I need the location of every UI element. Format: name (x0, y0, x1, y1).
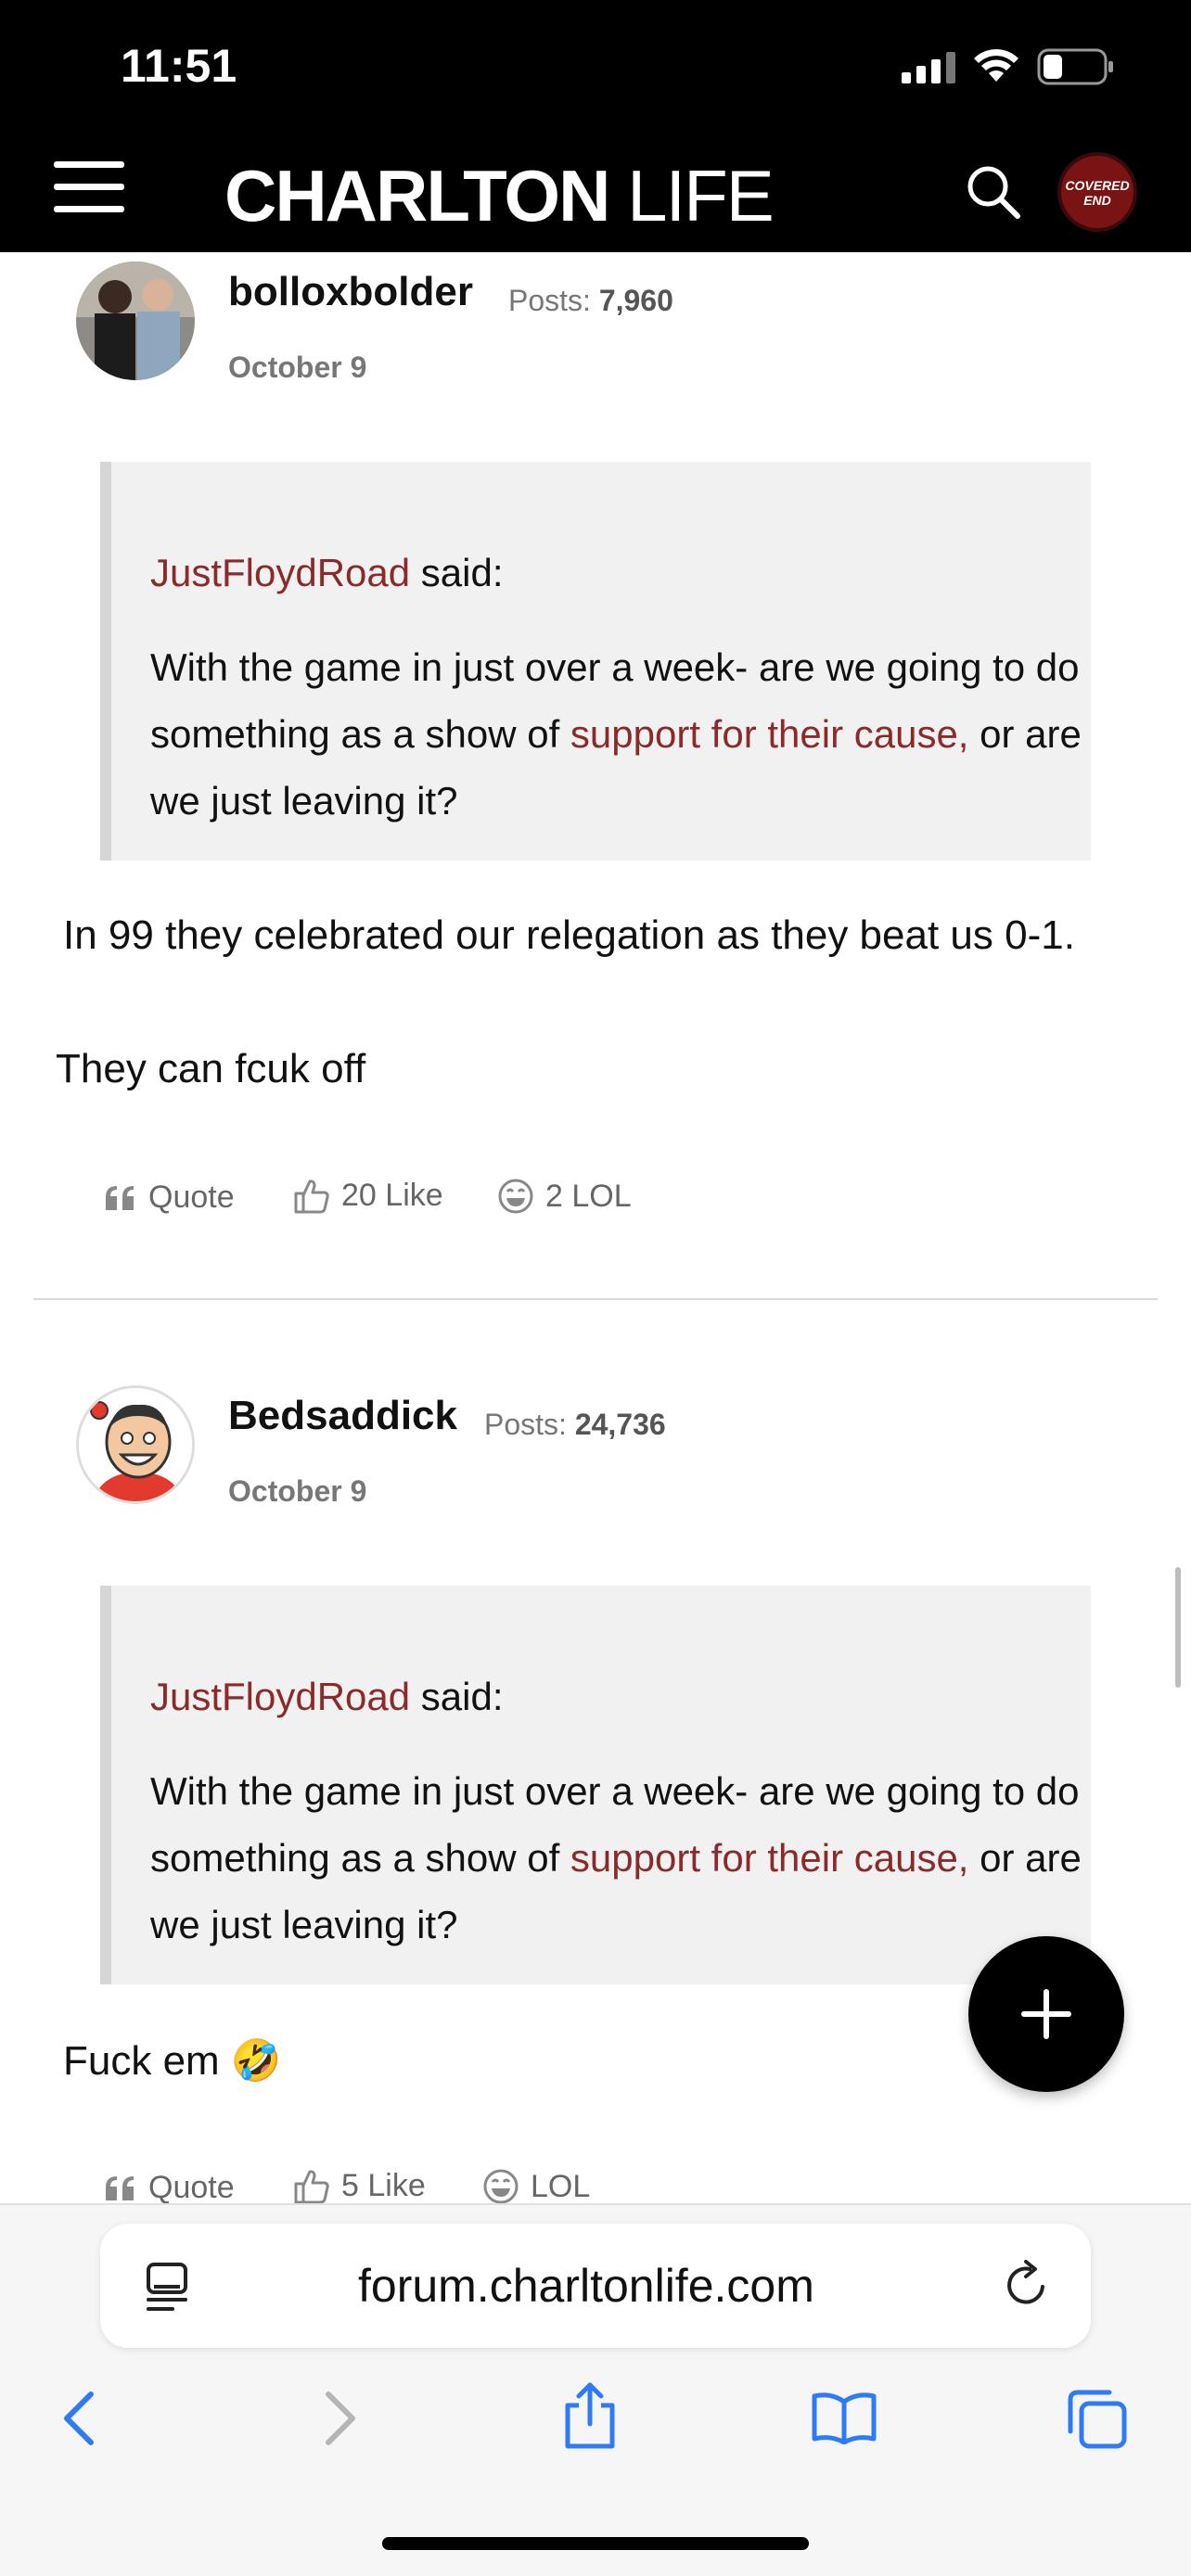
page-menu-icon[interactable] (145, 2261, 193, 2313)
search-icon[interactable] (965, 163, 1022, 221)
lol-label: LOL (571, 1178, 632, 1214)
thumbs-up-icon (294, 1179, 329, 1213)
quote-said-label: said: (410, 551, 504, 594)
page-scrollbar[interactable] (1175, 1567, 1181, 1688)
posts-label: Posts: (484, 1408, 575, 1441)
avatar-photo-image (76, 261, 195, 380)
posts-count: Posts: 24,736 (484, 1408, 666, 1442)
avatar[interactable] (76, 261, 195, 380)
lol-button[interactable]: LOL (482, 2168, 590, 2205)
like-label: Like (385, 1178, 443, 1213)
quote-text: With the game in just over a week- are w… (150, 634, 1087, 835)
post-divider (33, 1298, 1158, 1300)
status-bar: 11:51 (0, 0, 1191, 139)
like-count: 20 (341, 1178, 377, 1213)
laughing-face-icon (483, 2169, 519, 2204)
like-count: 5 (341, 2168, 359, 2203)
logo-light-text: LIFE (608, 155, 775, 236)
quote-author-link[interactable]: JustFloydRoad (150, 1675, 410, 1718)
user-avatar[interactable]: COVERED END (1057, 152, 1137, 232)
quote-label: Quote (148, 1180, 235, 1215)
post-body-line: In 99 they celebrated our relegation as … (63, 912, 1075, 958)
quote-author: JustFloydRoad said: (150, 551, 504, 595)
bookmarks-icon[interactable] (811, 2391, 877, 2444)
quote-author: JustFloydRoad said: (150, 1675, 504, 1719)
avatar-cartoon-image (79, 1388, 192, 1501)
site-logo[interactable]: CHARLTON LIFE (224, 154, 775, 238)
reload-icon[interactable] (1002, 2259, 1054, 2311)
new-post-button[interactable] (968, 1936, 1124, 2092)
post-body-line: They can fcuk off (56, 1046, 366, 1091)
thumbs-up-icon (294, 2169, 329, 2203)
tabs-icon[interactable] (1065, 2387, 1128, 2450)
quote-button[interactable]: Quote (104, 2170, 235, 2206)
quote-said-label: said: (410, 1675, 504, 1718)
wifi-icon (974, 49, 1018, 82)
post-username[interactable]: bolloxbolder (228, 269, 473, 315)
avatar[interactable] (76, 1385, 195, 1504)
url-text[interactable]: forum.charltonlife.com (358, 2259, 814, 2313)
post-body-line: Fuck em 🤣 (63, 2038, 282, 2084)
quote-button[interactable]: Quote (104, 1180, 235, 1216)
posts-count: Posts: 7,960 (508, 284, 673, 318)
plus-icon (1021, 1989, 1071, 2039)
quote-text: With the game in just over a week- are w… (150, 1758, 1087, 1958)
quote-inline-link[interactable]: support for their cause, (570, 1836, 969, 1880)
quote-label: Quote (148, 2170, 235, 2205)
cellular-signal-icon (902, 52, 955, 83)
home-indicator[interactable] (382, 2537, 809, 2550)
quote-block: JustFloydRoad said: With the game in jus… (100, 1586, 1091, 1984)
back-icon[interactable] (61, 2391, 98, 2446)
like-button[interactable]: 5 Like (293, 2168, 426, 2204)
quote-author-link[interactable]: JustFloydRoad (150, 551, 410, 594)
post-date[interactable]: October 9 (228, 351, 366, 385)
posts-count-value: 24,736 (574, 1408, 666, 1441)
quote-icon (106, 2175, 134, 2200)
like-button[interactable]: 20 Like (293, 1178, 443, 1214)
logo-bold-text: CHARLTON (224, 155, 610, 236)
posts-count-value: 7,960 (598, 284, 673, 317)
lol-count: 2 (545, 1178, 563, 1214)
post-date[interactable]: October 9 (228, 1474, 366, 1509)
battery-icon (1037, 48, 1113, 85)
avatar-badge-text: COVERED END (1065, 178, 1130, 208)
posts-label: Posts: (508, 284, 599, 317)
hamburger-menu-icon[interactable] (54, 161, 124, 217)
quote-block: JustFloydRoad said: With the game in jus… (100, 462, 1091, 861)
laughing-face-icon (498, 1179, 533, 1214)
status-time: 11:51 (121, 40, 237, 92)
quote-inline-link[interactable]: support for their cause, (570, 712, 969, 756)
forward-icon[interactable] (321, 2391, 358, 2446)
post-username[interactable]: Bedsaddick (228, 1393, 457, 1439)
lol-button[interactable]: 2 LOL (497, 1178, 632, 1215)
quote-icon (106, 1185, 134, 1210)
share-icon[interactable] (562, 2381, 618, 2450)
lol-label: LOL (531, 2168, 591, 2204)
like-label: Like (367, 2168, 426, 2203)
